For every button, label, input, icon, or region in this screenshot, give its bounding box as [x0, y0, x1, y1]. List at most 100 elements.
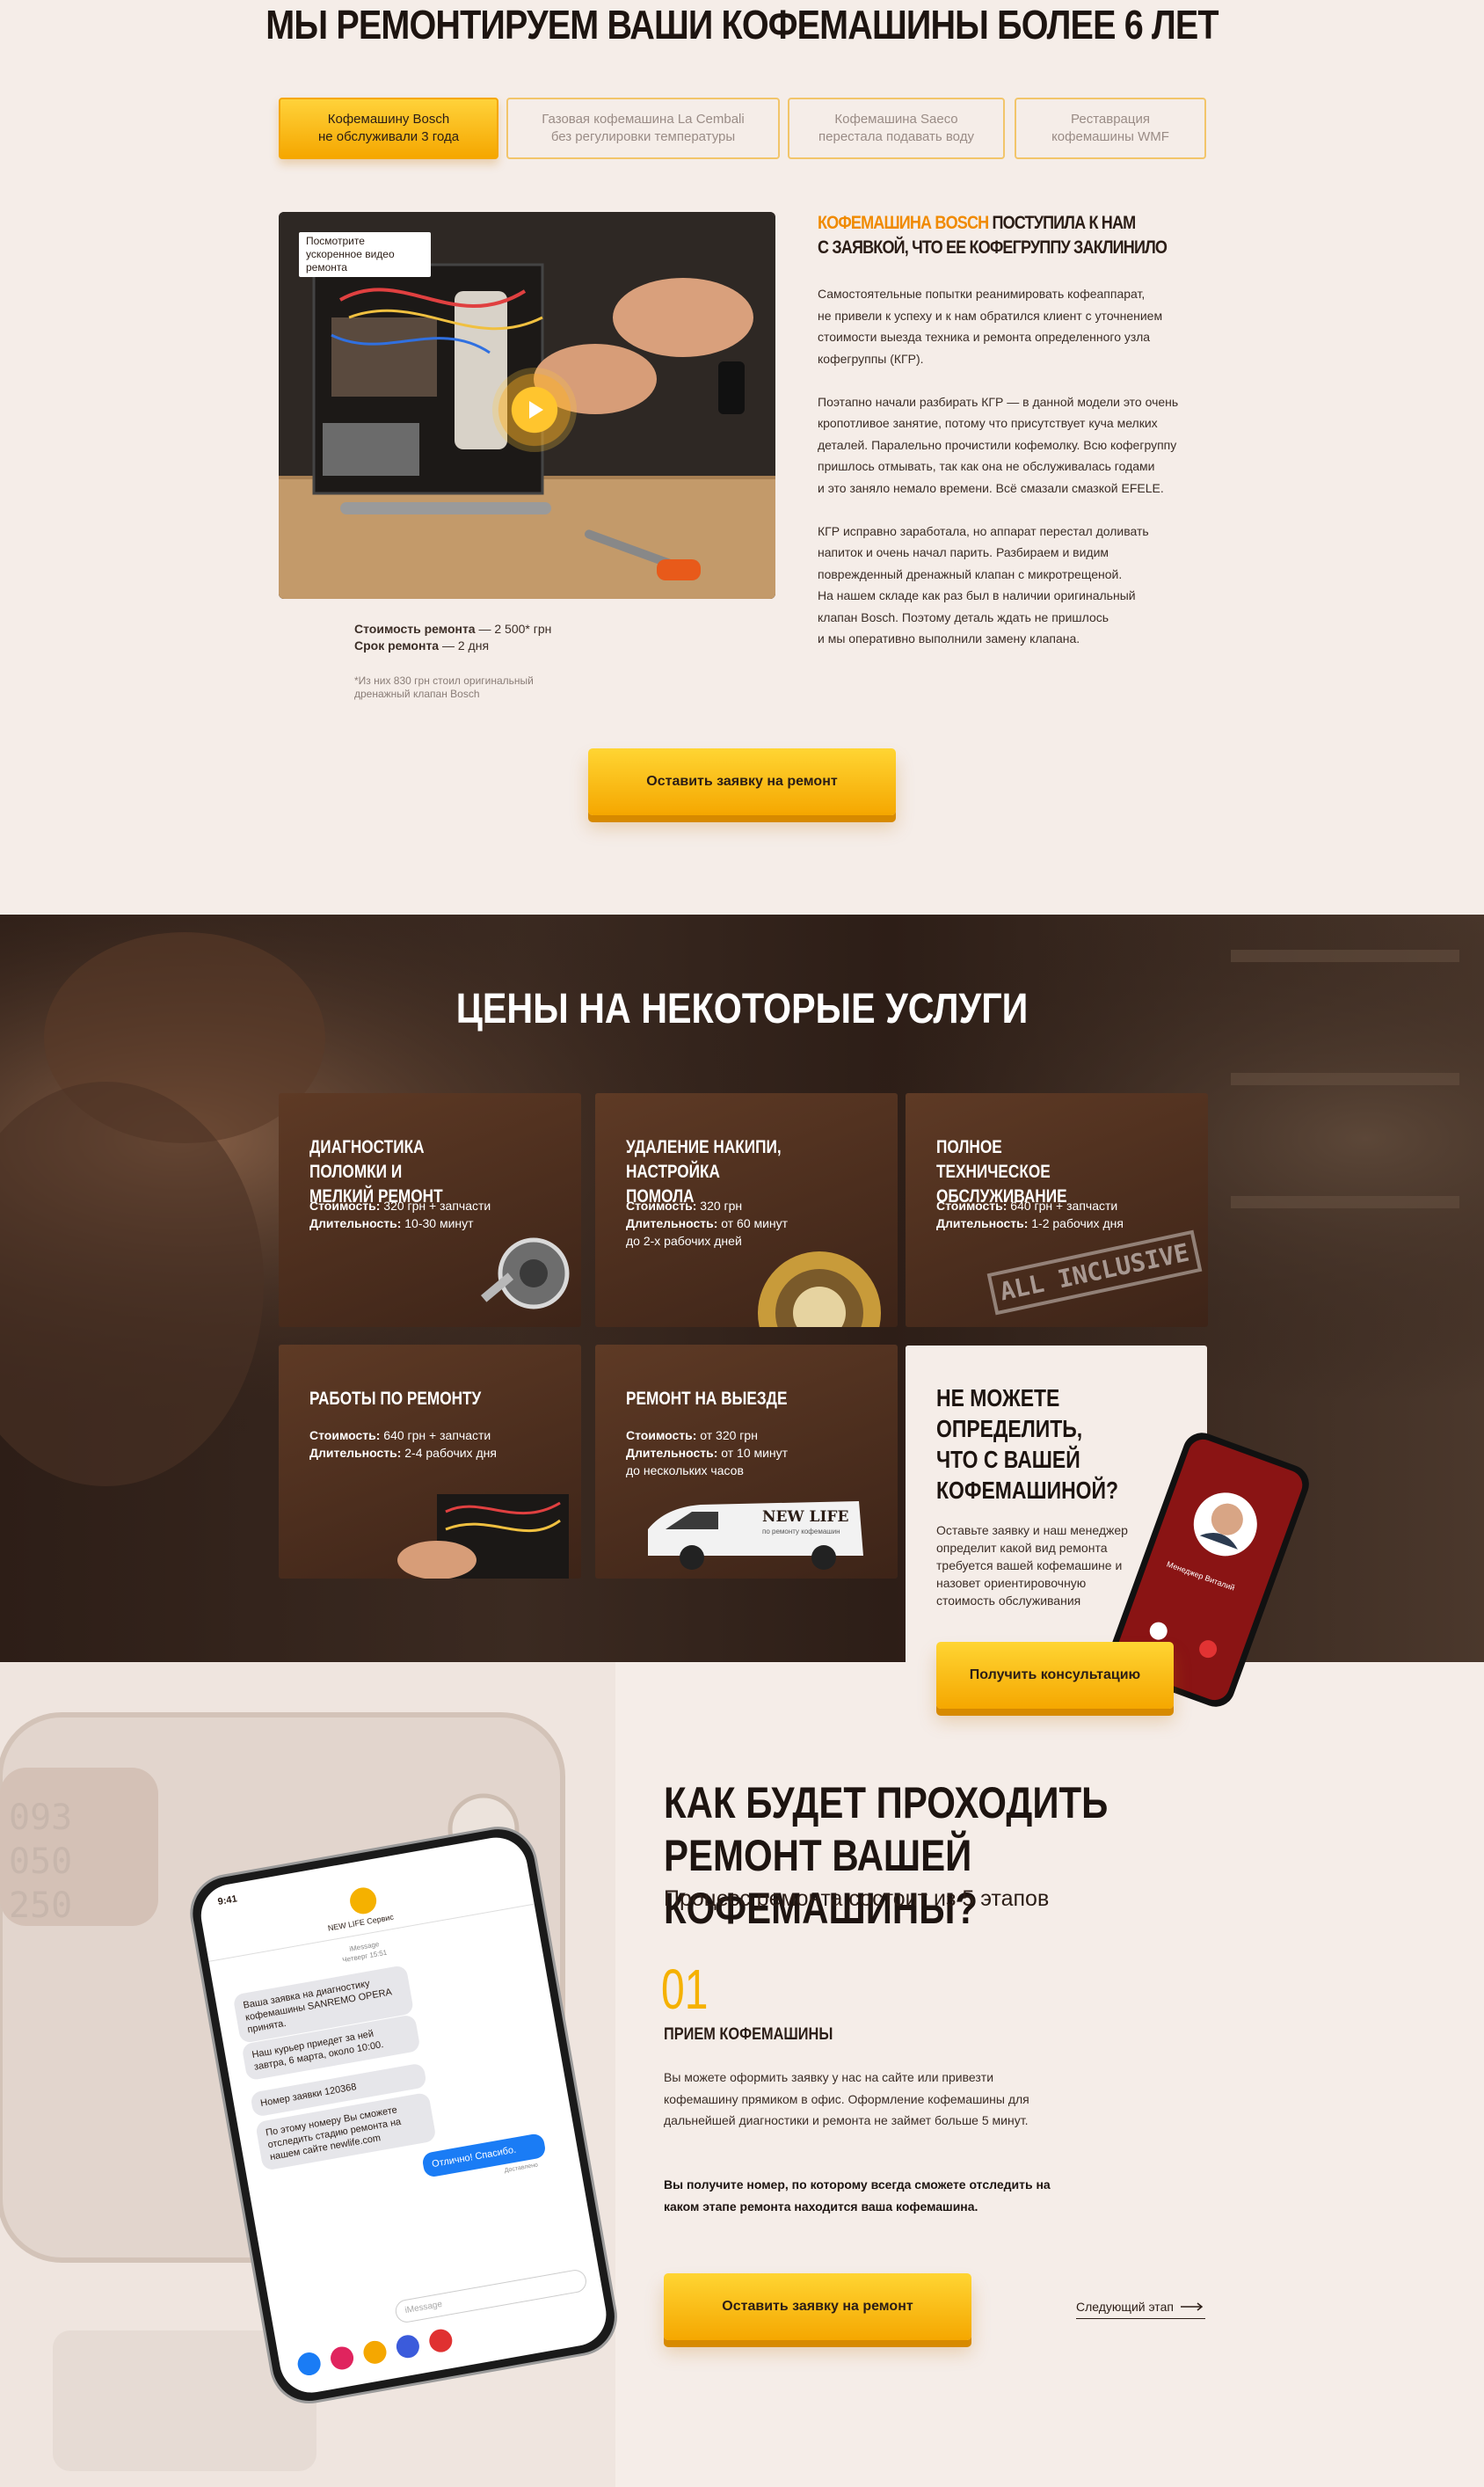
all-inclusive-stamp: ALL INCLUSIVE	[986, 1229, 1203, 1316]
service-cost: Стоимость: 640 грн + запчасти	[936, 1197, 1117, 1214]
cost-word: Стоимость:	[626, 1199, 697, 1213]
service-duration: Длительность: от 60 минут	[626, 1214, 788, 1232]
step-number: 01	[661, 1958, 709, 2021]
tab-line: Кофемашина Saeco	[834, 112, 958, 127]
service-duration-extra: до 2-х рабочих дней	[626, 1234, 742, 1248]
case-title-rest: С ЗАЯВКОЙ, ЧТО ЕЕ КОФЕГРУППУ ЗАКЛИНИЛО	[818, 237, 1168, 258]
cost-word: Стоимость:	[936, 1199, 1008, 1213]
magnifier-gear-icon	[481, 1237, 570, 1309]
tab-line: Реставрация	[1071, 112, 1150, 127]
tab-line: Газовая кофемашина La Cembali	[542, 112, 745, 127]
duration-value: 2-4 рабочих дня	[401, 1446, 497, 1460]
repair-hands-icon	[397, 1494, 569, 1579]
brass-part-icon	[758, 1251, 881, 1327]
request-repair-button[interactable]: Оставить заявку на ремонт	[588, 748, 896, 815]
service-title: РЕМОНТ НА ВЫЕЗДЕ	[626, 1389, 788, 1409]
cost-word: Стоимость:	[626, 1428, 697, 1442]
service-card-diagnostics: ДИАГНОСТИКА ПОЛОМКИ И МЕЛКИЙ РЕМОНТ Стои…	[279, 1093, 581, 1327]
case-description: Самостоятельные попытки реанимировать ко…	[818, 287, 1179, 645]
svg-text:093: 093	[9, 1798, 72, 1838]
duration-value: от 60 минут	[717, 1216, 789, 1230]
next-step-link[interactable]: Следующий этап	[1076, 2300, 1204, 2314]
b-icon	[394, 2333, 421, 2360]
sticker-icon	[361, 2338, 389, 2366]
service-cost: Стоимость: 640 грн + запчасти	[309, 1426, 491, 1444]
service-card-onsite: РЕМОНТ НА ВЫЕЗДЕ Стоимость: от 320 грн Д…	[595, 1345, 898, 1579]
duration-value: 1-2 рабочих дня	[1028, 1216, 1124, 1230]
step-note: Вы получите номер, по которому всегда см…	[664, 2177, 1051, 2214]
section-title-repairs: МЫ РЕМОНТИРУЕМ ВАШИ КОФЕМАШИНЫ БОЛЕЕ 6 Л…	[266, 2, 1218, 47]
service-duration: Длительность: 1-2 рабочих дня	[936, 1214, 1124, 1232]
cost-value: 320 грн + запчасти	[380, 1199, 491, 1213]
arrow-right-icon	[1180, 2302, 1204, 2311]
duration-word: Длительность:	[309, 1446, 402, 1460]
cost-word: Стоимость:	[309, 1199, 381, 1213]
step-title: ПРИЕМ КОФЕМАШИНЫ	[664, 2025, 833, 2044]
app-strip	[295, 2327, 455, 2378]
service-card-full-maintenance: ПОЛНОЕ ТЕХНИЧЕСКОЕ ОБСЛУЖИВАНИЕ Стоимост…	[906, 1093, 1208, 1327]
next-step-underline	[1076, 2318, 1205, 2319]
tab-line: без регулировки температуры	[550, 129, 736, 144]
tab-bosch[interactable]: Кофемашину Bosch не обслуживали 3 года	[279, 98, 498, 159]
tab-la-cembali[interactable]: Газовая кофемашина La Cembali без регулир…	[506, 98, 780, 159]
delivered-status: Доставлено	[504, 2162, 539, 2175]
duration-word: Длительность:	[309, 1216, 402, 1230]
message-input: iMessage	[393, 2268, 588, 2324]
service-duration-extra: до нескольких часов	[626, 1463, 744, 1477]
service-cost: Стоимость: 320 грн + запчасти	[309, 1197, 491, 1214]
cost-value: 320 грн	[696, 1199, 743, 1213]
duration-word: Длительность:	[936, 1216, 1029, 1230]
case-title-accent: КОФЕМАШИНА BOSCH	[818, 213, 989, 233]
van-brand: NEW LIFE	[762, 1508, 849, 1526]
next-step-label: Следующий этап	[1076, 2300, 1174, 2314]
cost-value: 640 грн + запчасти	[1007, 1199, 1118, 1213]
repair-cost: Стоимость ремонта — 2 500* грн	[354, 620, 551, 638]
svg-text:050: 050	[9, 1842, 72, 1882]
get-consultation-button[interactable]: Получить консультацию	[936, 1642, 1174, 1709]
service-duration: Длительность: 10-30 минут	[309, 1214, 474, 1232]
service-duration: Длительность: 2-4 рабочих дня	[309, 1444, 497, 1462]
term-label: Срок ремонта	[354, 638, 440, 653]
prices-title: ЦЕНЫ НА НЕКОТОРЫЕ УСЛУГИ	[455, 986, 1029, 1032]
duration-word: Длительность:	[626, 1216, 718, 1230]
case-title: КОФЕМАШИНА BOSCH ПОСТУПИЛА К НАМ С ЗАЯВК…	[818, 211, 1222, 260]
cost-value: от 320 грн	[696, 1428, 758, 1442]
heart-icon	[328, 2345, 356, 2372]
cost-word: Стоимость:	[309, 1428, 381, 1442]
music-icon	[427, 2327, 455, 2354]
duration-word: Длительность:	[626, 1446, 718, 1460]
footnote-line: *Из них 830 грн стоил оригинальный	[354, 675, 534, 687]
service-card-repair-works: РАБОТЫ ПО РЕМОНТУ Стоимость: 640 грн + з…	[279, 1345, 581, 1579]
cost-value: — 2 500* грн	[475, 622, 552, 636]
play-icon[interactable]	[492, 368, 577, 452]
van-subtitle: по ремонту кофемашин	[762, 1528, 840, 1535]
cost-value: 640 грн + запчасти	[380, 1428, 491, 1442]
tab-line: Кофемашину Bosch	[327, 112, 450, 127]
message-meta: Четверг 15:51	[341, 1948, 388, 1965]
step-text: Вы можете оформить заявку у нас на сайте…	[664, 2070, 1029, 2127]
case-title-rest: ПОСТУПИЛА К НАМ	[988, 213, 1136, 233]
video-label: Посмотрите ускоренное видео ремонта	[299, 232, 431, 277]
tab-saeco[interactable]: Кофемашина Saeco перестала подавать воду	[788, 98, 1005, 159]
duration-value: от 10 минут	[717, 1446, 789, 1460]
appstore-icon	[295, 2350, 323, 2378]
service-cost: Стоимость: от 320 грн	[626, 1426, 758, 1444]
service-van-icon: NEW LIFE по ремонту кофемашин	[639, 1485, 868, 1573]
request-repair-button-2[interactable]: Оставить заявку на ремонт	[664, 2273, 971, 2340]
tab-line: кофемашины WMF	[1051, 129, 1169, 144]
consultation-title: НЕ МОЖЕТЕ ОПРЕДЕЛИТЬ, ЧТО С ВАШЕЙ КОФЕМА…	[936, 1384, 1119, 1504]
tab-line: перестала подавать воду	[818, 129, 974, 144]
tab-line: не обслуживали 3 года	[317, 129, 460, 144]
process-subtitle: Процесс ремонта состоит из 5 этапов	[664, 1886, 1050, 1911]
tab-wmf[interactable]: Реставрация кофемашины WMF	[1015, 98, 1206, 159]
service-cost: Стоимость: 320 грн	[626, 1197, 742, 1214]
repair-term: Срок ремонта — 2 дня	[354, 637, 489, 654]
phone-time: 9:41	[216, 1893, 238, 1907]
term-value: — 2 дня	[439, 638, 490, 653]
footnote-line: дренажный клапан Bosch	[354, 688, 480, 700]
svg-text:250: 250	[9, 1885, 72, 1926]
service-duration: Длительность: от 10 минут	[626, 1444, 788, 1462]
service-card-descaling: УДАЛЕНИЕ НАКИПИ, НАСТРОЙКА ПОМОЛА Стоимо…	[595, 1093, 898, 1327]
service-title: РАБОТЫ ПО РЕМОНТУ	[309, 1389, 482, 1409]
outgoing-message: Отлично! Спасибо.	[421, 2132, 547, 2178]
